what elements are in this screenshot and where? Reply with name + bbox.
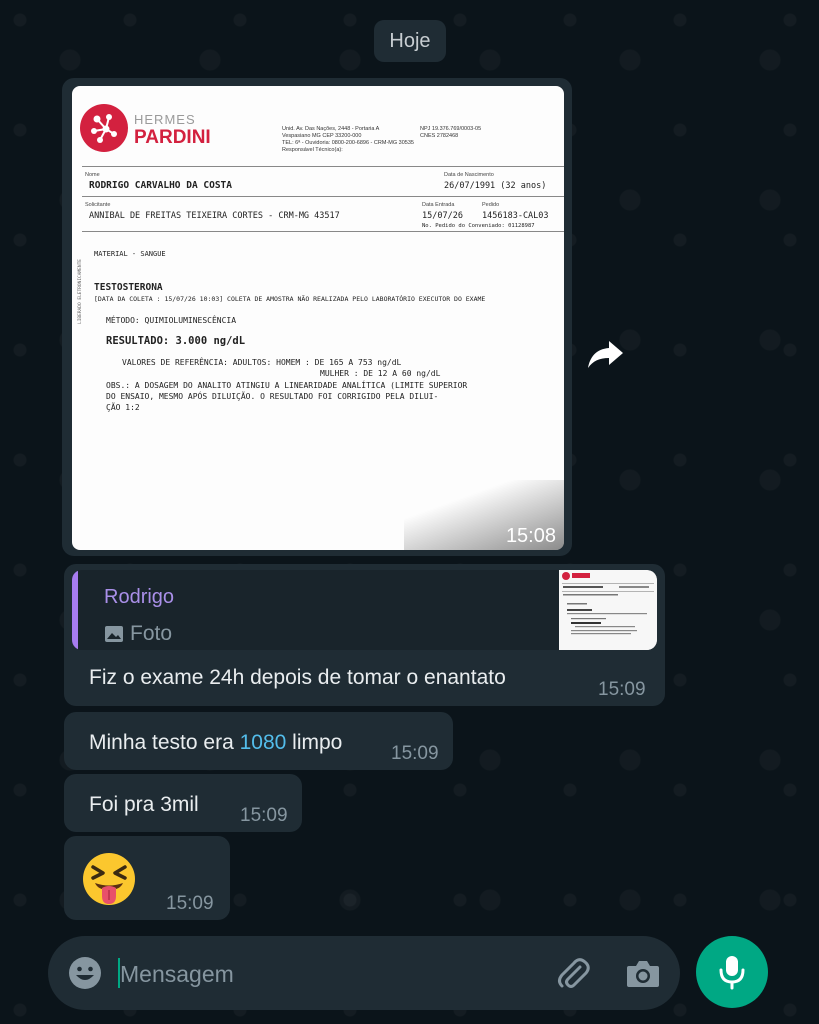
reference-1: VALORES DE REFERÊNCIA: ADULTOS: HOMEM : … (122, 358, 402, 367)
label-requester: Solicitante (85, 202, 111, 208)
order-number: 1456183-CAL03 (482, 211, 549, 221)
message-bubble[interactable]: Minha testo era 1080 limpo 15:09 (64, 712, 453, 770)
brand-top: HERMES (134, 112, 196, 127)
observation-3: ÇÃO 1:2 (106, 403, 140, 412)
collection-info: [DATA DA COLETA : 15/07/26 10:03] COLETA… (94, 295, 486, 303)
quoted-type: Foto (104, 622, 172, 646)
exam-name: TESTOSTERONA (94, 282, 163, 293)
message-time: 15:09 (240, 805, 288, 826)
message-text: Foi pra 3mil (89, 793, 199, 816)
date-separator: Hoje (374, 20, 446, 62)
observation-1: OBS.: A DOSAGEM DO ANALITO ATINGIU A LIN… (106, 381, 468, 390)
quoted-thumbnail (559, 570, 657, 650)
divider (82, 166, 564, 167)
birth-date: 26/07/1991 (32 anos) (444, 181, 547, 191)
mic-button[interactable] (696, 936, 768, 1008)
divider (82, 196, 564, 197)
reference-2: MULHER : DE 12 A 60 ng/dL (320, 369, 441, 378)
message-bubble[interactable]: 15:09 (64, 836, 230, 920)
label-order: Pedido (482, 202, 500, 208)
message-text: Fiz o exame 24h depois de tomar o enanta… (89, 666, 506, 689)
quoted-message[interactable]: Rodrigo Foto (72, 570, 657, 650)
thumbnail-image (559, 570, 657, 650)
message-text: Minha testo era 1080 limpo (89, 731, 343, 754)
label-birth: Data de Nascimento (444, 172, 494, 178)
forward-button[interactable] (583, 334, 627, 374)
hermes-pardini-logo (80, 104, 128, 152)
image-time: 15:08 (505, 525, 556, 547)
squinting-tongue-emoji-icon (83, 853, 135, 905)
image-message[interactable]: HERMES PARDINI Unid. Av. Das Nações, 244… (62, 78, 572, 556)
quote-bar (72, 570, 78, 650)
lab-address: Unid. Av. Das Nações, 2448 - Portaria A … (282, 126, 414, 153)
emoji-icon[interactable] (66, 954, 104, 992)
entry-date: 15/07/26 (422, 211, 463, 221)
message-composer (48, 936, 680, 1010)
message-time: 15:09 (391, 743, 439, 764)
number-link[interactable]: 1080 (240, 731, 287, 754)
divider (82, 231, 564, 232)
label-entry: Data Entrada (422, 202, 455, 208)
lab-report-image[interactable]: HERMES PARDINI Unid. Av. Das Nações, 244… (72, 86, 564, 550)
mic-icon (719, 956, 745, 990)
message-time: 15:09 (598, 679, 646, 700)
message-input[interactable] (118, 950, 502, 998)
camera-icon[interactable] (623, 954, 663, 994)
method: MÉTODO: QUIMIOLUMINESCÊNCIA (106, 316, 237, 325)
order-note: No. Pedido do Conveniado: 01128987 (422, 223, 535, 229)
reply-message[interactable]: Rodrigo Foto Fiz o exame 24h depois de t… (64, 564, 665, 706)
forward-icon (588, 341, 623, 368)
quoted-author: Rodrigo (104, 586, 175, 608)
patient-name: RODRIGO CARVALHO DA COSTA (89, 180, 232, 191)
message-bubble[interactable]: Foi pra 3mil 15:09 (64, 774, 302, 832)
label-name: Nome (85, 172, 100, 178)
vertical-note: LIBERADO ELETRONICAMENTE (78, 258, 83, 324)
requester: ANNIBAL DE FREITAS TEIXEIRA CORTES - CRM… (89, 211, 340, 221)
lab-registration: NPJ 19.376.769/0003-05 CNES 2782468 (420, 126, 482, 139)
photo-icon (105, 626, 123, 642)
result: RESULTADO: 3.000 ng/dL (106, 335, 246, 347)
message-time: 15:09 (166, 893, 214, 914)
attach-icon[interactable] (553, 954, 593, 994)
material: MATERIAL - SANGUE (94, 250, 166, 258)
observation-2: DO ENSAIO, MESMO APÓS DILUIÇÃO. O RESULT… (106, 392, 439, 401)
brand-bottom: PARDINI (134, 127, 211, 148)
